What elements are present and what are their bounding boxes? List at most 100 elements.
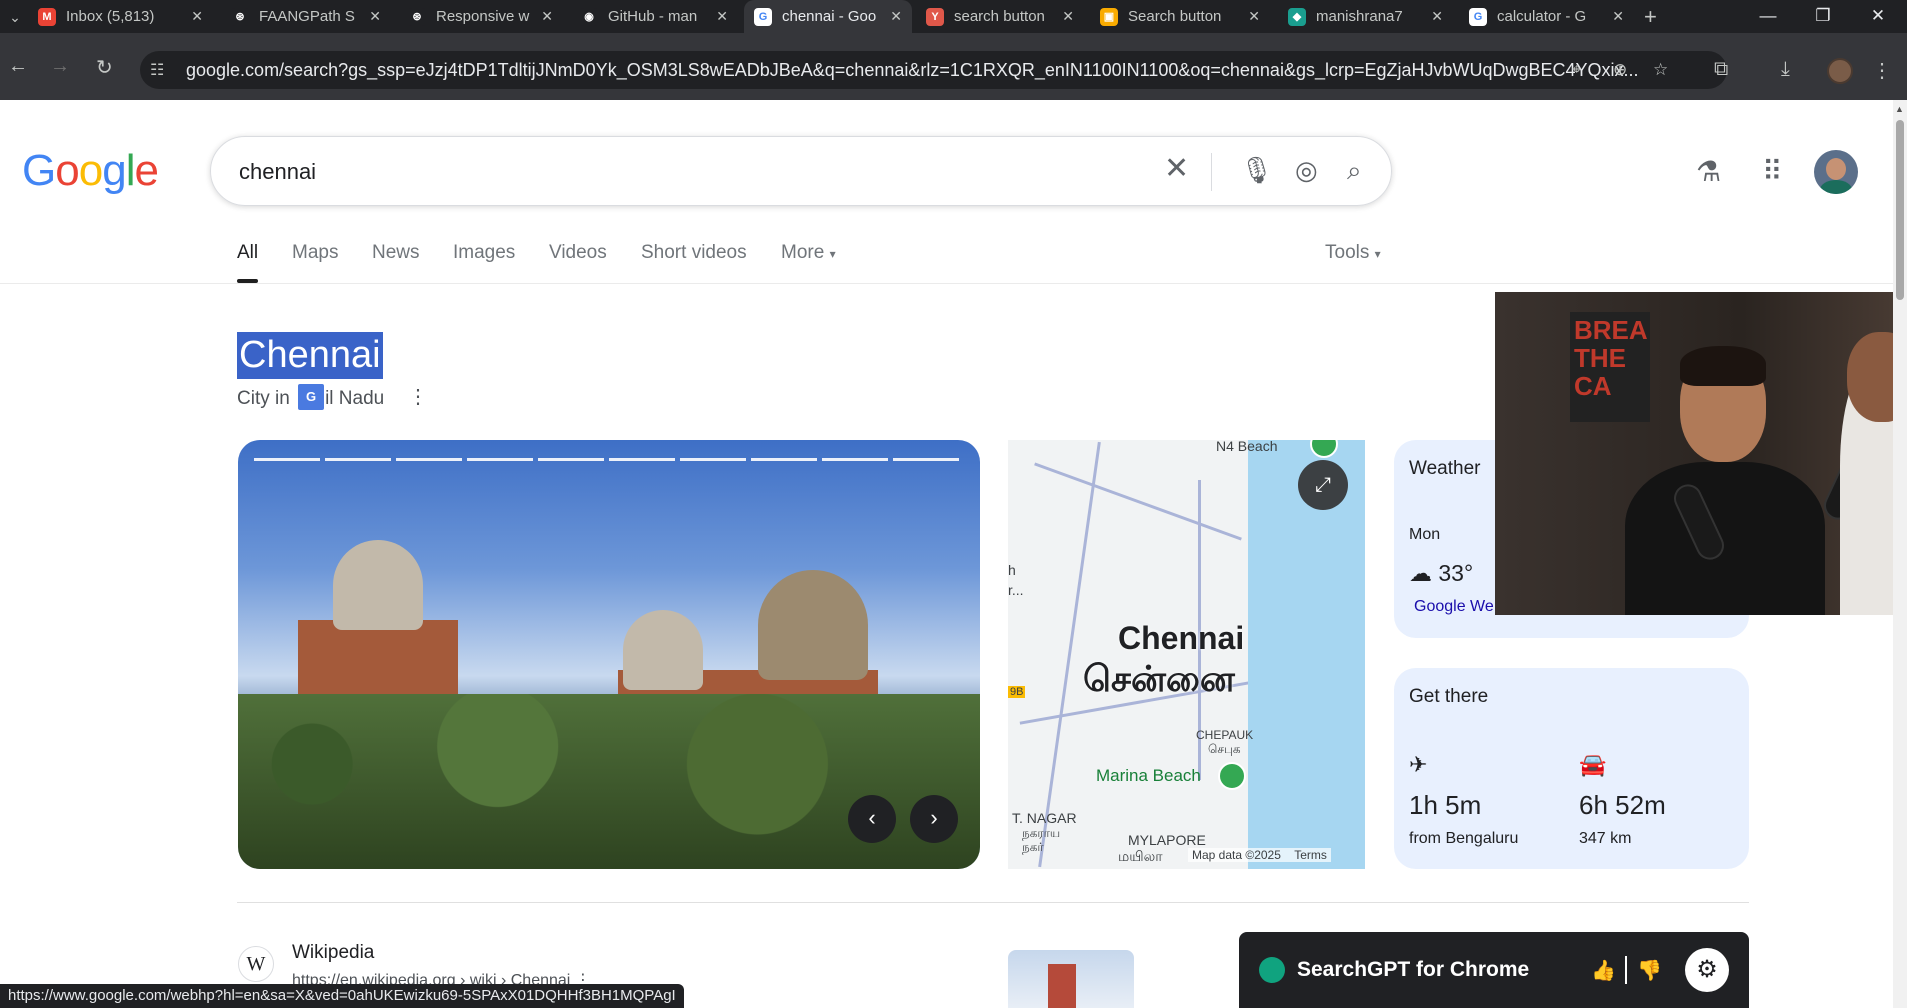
tab-strip: ⌄ M Inbox (5,813) ✕ ⊛ FAANGPath S ✕ ⊛ Responsiv…: [0, 0, 1907, 33]
map-city-label-tamil: சென்னை: [1083, 658, 1235, 699]
close-tab-icon[interactable]: ✕: [541, 8, 553, 25]
lens-icon[interactable]: ◎: [1295, 155, 1318, 186]
scrollbar-thumb[interactable]: [1896, 120, 1904, 300]
google-icon: G: [1469, 7, 1487, 26]
search-box[interactable]: chennai ✕ 🎙 ◎ ⌕: [210, 136, 1392, 206]
map-panel[interactable]: N4 Beach ⤢ h r... Chennai சென்னை 9B CHEP…: [1008, 440, 1365, 869]
forward-button[interactable]: →: [50, 55, 70, 78]
weather-source-link[interactable]: Google We: [1414, 598, 1494, 616]
back-button[interactable]: ←: [8, 55, 28, 78]
close-tab-icon[interactable]: ✕: [716, 8, 728, 25]
carousel-prev-button[interactable]: ‹: [848, 795, 896, 843]
gear-icon[interactable]: ⚙: [1685, 948, 1729, 992]
translate-icon[interactable]: G: [296, 382, 326, 412]
road: [1038, 441, 1101, 868]
picture-in-picture-video[interactable]: BREA THE CA: [1495, 292, 1907, 615]
browser-tab[interactable]: ◉ GitHub - man ✕: [570, 0, 738, 33]
close-tab-icon[interactable]: ✕: [1612, 8, 1624, 25]
tab-all[interactable]: All: [237, 242, 259, 283]
location-icon[interactable]: ⌖: [1572, 60, 1582, 80]
thumbs-up-icon[interactable]: 👍: [1591, 958, 1616, 983]
carousel-progress: [680, 458, 746, 461]
search-icon[interactable]: ⌕: [1347, 155, 1362, 187]
map-pin[interactable]: [1218, 762, 1246, 790]
downloads-icon[interactable]: ⤓: [1781, 58, 1790, 81]
tab-title: calculator - G: [1497, 8, 1587, 25]
toolbar: ← → ↻ ☷ google.com/search?gs_ssp=eJzj4tD…: [0, 33, 1907, 100]
browser-profile-avatar[interactable]: [1827, 58, 1853, 84]
close-tab-icon[interactable]: ✕: [890, 8, 902, 25]
account-avatar[interactable]: [1814, 150, 1858, 194]
browser-tab[interactable]: ▣ Search button ✕: [1090, 0, 1270, 33]
map-label: மயிலா: [1118, 848, 1163, 864]
dome: [623, 610, 703, 690]
close-window-button[interactable]: ✕: [1858, 2, 1898, 30]
browser-tab[interactable]: Ysearch button ✕: [916, 0, 1084, 33]
site-info-icon[interactable]: ☷: [150, 60, 164, 80]
tab-maps[interactable]: Maps: [292, 242, 338, 264]
zoom-icon[interactable]: ⊕: [1613, 60, 1627, 80]
tab-more[interactable]: More ▾: [781, 242, 836, 264]
restore-button[interactable]: ❐: [1803, 2, 1843, 30]
apps-grid-icon[interactable]: ⠿: [1762, 155, 1783, 188]
tab-images[interactable]: Images: [453, 242, 515, 264]
carousel-next-button[interactable]: ›: [910, 795, 958, 843]
clear-icon[interactable]: ✕: [1164, 151, 1189, 186]
bookmark-star-icon[interactable]: ☆: [1653, 60, 1668, 80]
minimize-button[interactable]: —: [1748, 2, 1788, 30]
weather-temp: ☁ 33°: [1409, 560, 1473, 587]
tab-news[interactable]: News: [372, 242, 420, 264]
car-icon: 🚘: [1579, 752, 1607, 777]
tab-title: Search button: [1128, 8, 1222, 25]
close-tab-icon[interactable]: ✕: [191, 8, 203, 25]
close-tab-icon[interactable]: ✕: [1248, 8, 1260, 25]
tab-videos[interactable]: Videos: [549, 242, 607, 264]
extensions-icon[interactable]: ⧉: [1714, 58, 1728, 81]
page-scrollbar[interactable]: ▲: [1893, 100, 1907, 1008]
wikipedia-icon[interactable]: W: [238, 946, 274, 982]
browser-tab[interactable]: Gchennai - Goo ✕: [744, 0, 912, 33]
result-site-name[interactable]: Wikipedia: [292, 942, 374, 964]
result-thumbnail[interactable]: [1008, 950, 1134, 1008]
airplane-icon: ✈: [1409, 752, 1428, 777]
tab-search-icon[interactable]: ⌄: [4, 6, 26, 28]
search-input[interactable]: chennai: [239, 159, 316, 185]
get-there-card[interactable]: Get there ✈ 🚘 1h 5m 6h 52m from Bengalur…: [1394, 668, 1749, 869]
reload-button[interactable]: ↻: [96, 55, 113, 80]
url-text[interactable]: google.com/search?gs_ssp=eJzj4tDP1Tdltij…: [186, 60, 1686, 81]
diamond-icon: ◆: [1288, 7, 1306, 26]
scroll-up-arrow-icon[interactable]: ▲: [1895, 104, 1904, 114]
close-tab-icon[interactable]: ✕: [1431, 8, 1443, 25]
close-tab-icon[interactable]: ✕: [1062, 8, 1074, 25]
openai-icon: [1259, 957, 1285, 983]
browser-chrome: ⌄ M Inbox (5,813) ✕ ⊛ FAANGPath S ✕ ⊛ Responsiv…: [0, 0, 1907, 100]
browser-tab[interactable]: Gcalculator - G ✕: [1459, 0, 1634, 33]
subtitle-prefix: City in: [237, 388, 290, 409]
tab-title: FAANGPath S: [259, 8, 355, 25]
microphone-icon[interactable]: 🎙: [1240, 155, 1273, 186]
map-terms-link[interactable]: Terms: [1294, 848, 1327, 862]
browser-menu-icon[interactable]: ⋮: [1872, 58, 1892, 83]
flight-time: 1h 5m: [1409, 790, 1482, 820]
labs-flask-icon[interactable]: ⚗: [1696, 155, 1721, 188]
map-label-marina: Marina Beach: [1096, 766, 1201, 785]
image-carousel[interactable]: ‹ ›: [238, 440, 980, 869]
tools-button[interactable]: Tools ▾: [1325, 242, 1381, 264]
browser-tab[interactable]: ◆ manishrana7 ✕: [1278, 0, 1453, 33]
close-tab-icon[interactable]: ✕: [369, 8, 381, 25]
map-label: நகர்: [1022, 840, 1044, 854]
carousel-progress: [822, 458, 888, 461]
google-icon: G: [754, 7, 772, 26]
road-badge: 9B: [1008, 686, 1026, 698]
map-label-t: T.: [1012, 810, 1023, 826]
tab-short-videos[interactable]: Short videos: [641, 242, 747, 264]
thumbs-down-icon[interactable]: 👎: [1637, 958, 1662, 983]
browser-tab[interactable]: M Inbox (5,813) ✕: [28, 0, 213, 33]
browser-tab[interactable]: ⊛ FAANGPath S ✕: [221, 0, 391, 33]
new-tab-button[interactable]: +: [1644, 4, 1657, 30]
browser-tab[interactable]: ⊛ Responsive w ✕: [398, 0, 563, 33]
google-logo[interactable]: Google: [22, 146, 159, 196]
more-options-icon[interactable]: ⋮: [408, 384, 428, 409]
expand-map-icon[interactable]: ⤢: [1298, 460, 1348, 510]
address-bar[interactable]: ☷ google.com/search?gs_ssp=eJzj4tDP1Tdlt…: [140, 51, 1727, 89]
